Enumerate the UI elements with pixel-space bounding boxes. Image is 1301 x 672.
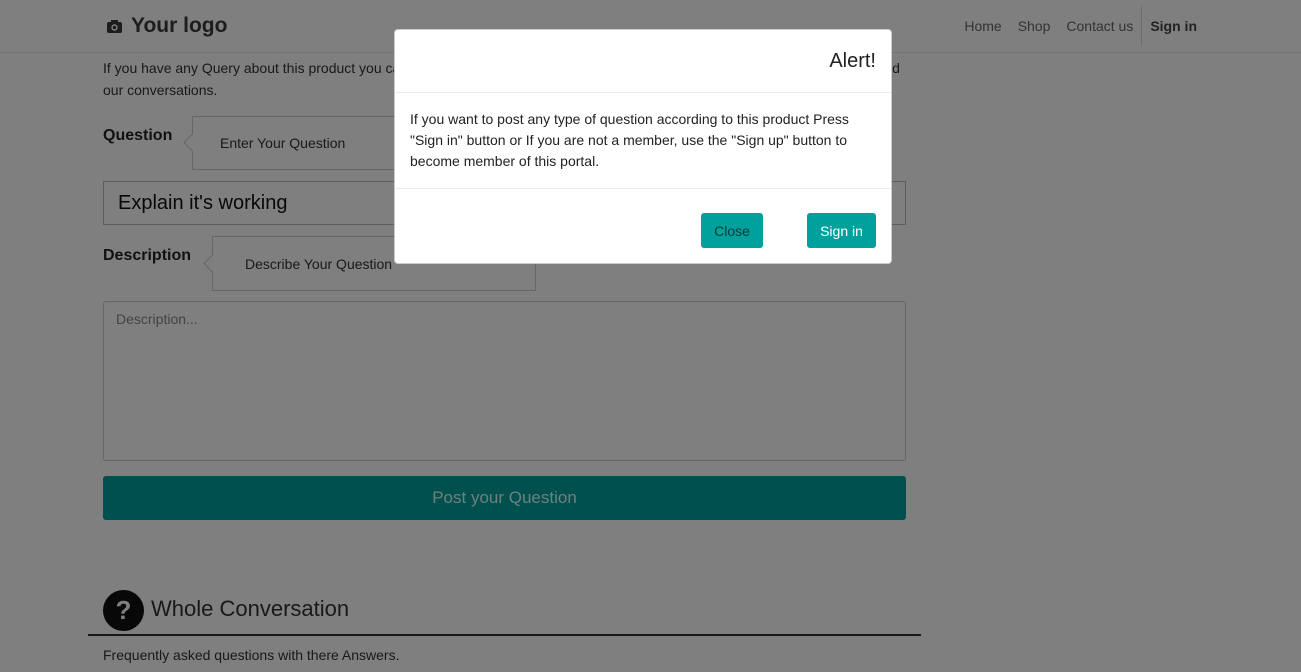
modal-header: Alert! [395,30,891,93]
page: Your logo Home Shop Contact us Sign in I… [0,0,1301,672]
alert-modal: Alert! If you want to post any type of q… [394,29,892,264]
close-button[interactable]: Close [701,213,763,248]
modal-title: Alert! [829,49,876,72]
modal-body: If you want to post any type of question… [395,93,891,189]
signin-button[interactable]: Sign in [807,213,876,248]
modal-footer: Close Sign in [395,189,891,263]
